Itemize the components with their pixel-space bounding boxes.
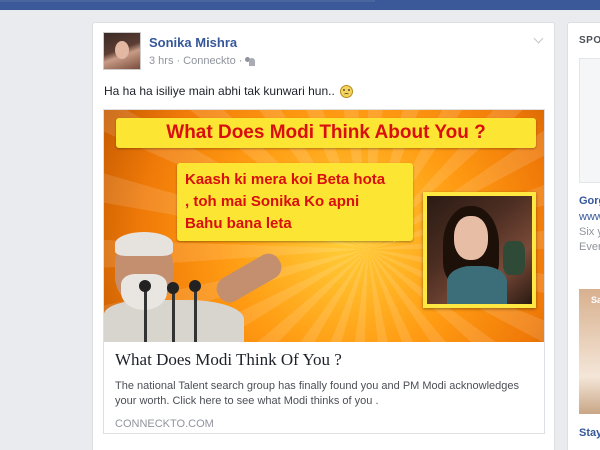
link-preview-text[interactable]: What Does Modi Think Of You ? The nation…: [104, 342, 544, 433]
post-options-chevron-icon[interactable]: [534, 35, 544, 45]
ad-description-line: Ever: [579, 241, 600, 253]
status-message: Ha ha ha isiliye main abhi tak kunwari h…: [104, 84, 335, 98]
speaker-figure: [104, 230, 299, 342]
ad-text: www Six y Ever: [579, 210, 600, 255]
quote-tail: [394, 230, 408, 242]
portrait-face: [454, 216, 488, 260]
ad-image-text: Say: [591, 295, 600, 305]
speaker-pointing-arm: [212, 249, 286, 307]
author-name-link[interactable]: Sonika Mishra: [149, 35, 237, 50]
image-banner-headline: What Does Modi Think About You ?: [116, 118, 536, 148]
meta-separator: ·: [176, 55, 181, 67]
portrait-frame: [423, 192, 536, 308]
speaker-body: [104, 300, 244, 342]
ad-title-link[interactable]: Gorg: [579, 195, 600, 207]
speaker-hair: [115, 232, 173, 256]
meta-separator: ·: [238, 55, 243, 67]
portrait-photo: [427, 196, 532, 304]
avatar-face: [115, 41, 129, 59]
feed-post: Sonika Mishra 3 hrs · Conneckto · Ha ha …: [92, 22, 555, 450]
top-bar-highlight: [0, 0, 375, 2]
link-domain: CONNECKTO.COM: [115, 418, 214, 430]
ad-description-line: Six y: [579, 226, 600, 238]
sponsored-sidebar: SPO Gorg www Six y Ever Say Stay: [567, 22, 600, 450]
smiley-icon: [339, 84, 353, 98]
post-status-text: Ha ha ha isiliye main abhi tak kunwari h…: [104, 84, 353, 98]
link-preview-image[interactable]: What Does Modi Think About You ? Kaash k…: [104, 110, 544, 342]
microphone-icon: [139, 280, 151, 292]
ad-title-link[interactable]: Stay: [579, 427, 600, 439]
link-description: The national Talent search group has fin…: [115, 380, 519, 407]
ad-image[interactable]: Say: [579, 289, 600, 414]
post-via-app[interactable]: Conneckto: [183, 55, 236, 67]
ad-url[interactable]: www: [579, 210, 600, 225]
portrait-clothing: [447, 266, 507, 304]
quote-line: , toh mai Sonika Ko apni: [185, 193, 360, 210]
link-preview-card[interactable]: What Does Modi Think About You ? Kaash k…: [103, 109, 545, 434]
sponsored-heading: SPO: [579, 35, 600, 46]
friends-icon[interactable]: [245, 56, 256, 66]
portrait-hand: [503, 241, 525, 275]
post-timestamp[interactable]: 3 hrs: [149, 55, 173, 67]
post-meta: 3 hrs · Conneckto ·: [149, 55, 256, 67]
author-avatar[interactable]: [103, 32, 141, 70]
microphone-stands: [144, 290, 147, 342]
link-title[interactable]: What Does Modi Think Of You ?: [115, 350, 533, 370]
ad-image[interactable]: [579, 58, 600, 183]
quote-line: Kaash ki mera koi Beta hota: [185, 171, 386, 188]
